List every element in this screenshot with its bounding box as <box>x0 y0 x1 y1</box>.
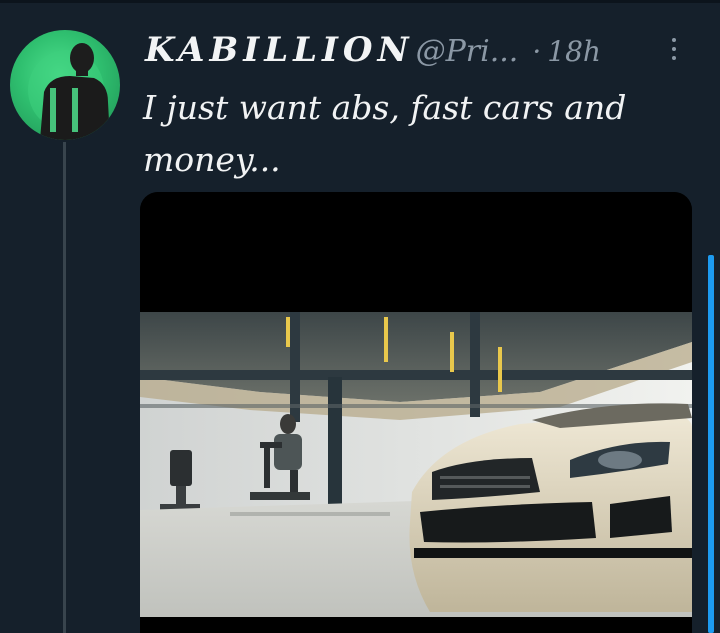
avatar[interactable] <box>10 30 120 140</box>
tweet-text: I just want abs, fast cars and money... <box>143 88 627 179</box>
display-name[interactable]: KABILLION <box>145 30 414 70</box>
tweet-screen: KABILLION @Pri... · 18h I just want abs,… <box>0 0 720 633</box>
avatar-silhouette-icon <box>28 43 110 140</box>
user-handle[interactable]: @Pri... <box>416 34 519 69</box>
scroll-indicator[interactable] <box>708 255 714 633</box>
top-divider <box>0 0 720 3</box>
tweet-media-video[interactable] <box>140 192 692 633</box>
tweet-author-line: KABILLION @Pri... · 18h <box>145 30 601 74</box>
more-vertical-icon[interactable] <box>670 38 678 64</box>
garage-car-video-frame <box>140 192 692 633</box>
thread-connector-line <box>63 142 66 633</box>
tweet-timestamp[interactable]: 18h <box>547 35 601 68</box>
meta-separator: · <box>532 35 542 68</box>
